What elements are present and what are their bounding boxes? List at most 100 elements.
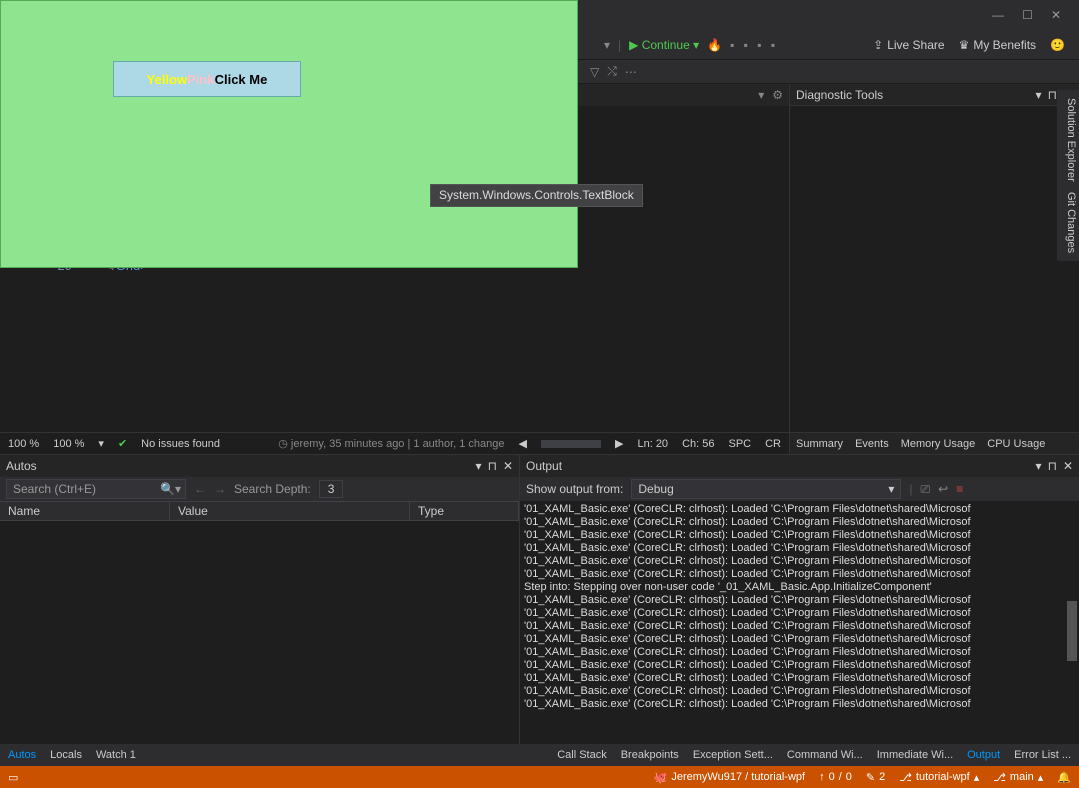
- tab-events[interactable]: Events: [855, 438, 889, 450]
- tab-immediate[interactable]: Immediate Wi...: [877, 749, 953, 761]
- minimize-icon[interactable]: —: [992, 8, 1004, 22]
- feedback-icon[interactable]: 🙂: [1050, 38, 1065, 52]
- pin-icon[interactable]: ⊓: [1048, 88, 1057, 102]
- search-icon: 🔍▾: [160, 482, 181, 496]
- tab-output[interactable]: Output: [967, 749, 1000, 761]
- live-share-button[interactable]: ⇪ Live Share: [873, 38, 944, 52]
- statusbar: ▭ 🐙 JeremyWu917 / tutorial-wpf ↑ 0 / 0 ✎…: [0, 766, 1079, 788]
- window-controls: — ☐ ✕: [980, 8, 1073, 22]
- eol-mode[interactable]: CR: [765, 438, 781, 450]
- dropdown-icon[interactable]: ▾: [604, 38, 610, 52]
- lower-panels: Autos ▾ ⊓ ✕ Search (Ctrl+E) 🔍▾ ← → Searc…: [0, 454, 1079, 744]
- clear-icon[interactable]: ⎚: [921, 482, 931, 497]
- scroll-left-icon[interactable]: ◀: [519, 437, 527, 450]
- autos-columns: Name Value Type: [0, 501, 519, 521]
- wpf-text-pink: Pink: [187, 72, 214, 87]
- repo-selector[interactable]: ⎇ tutorial-wpf ▴: [899, 771, 979, 784]
- sync-status[interactable]: ↑ 0 / 0: [819, 771, 852, 783]
- nav-dropdown-icon[interactable]: ▾: [758, 88, 764, 102]
- wpf-text-yellow: Yellow: [147, 72, 187, 87]
- separator: |: [909, 482, 912, 496]
- my-benefits-button[interactable]: ♛ My Benefits: [959, 38, 1036, 52]
- show-from-label: Show output from:: [526, 482, 623, 496]
- wpf-text-click: Click Me: [215, 72, 268, 87]
- zoom-level[interactable]: 100 %: [8, 438, 39, 450]
- indent-mode[interactable]: SPC: [728, 438, 751, 450]
- changes-count[interactable]: ✎ 2: [866, 771, 885, 784]
- more-icon[interactable]: ⋯: [625, 65, 637, 79]
- tab-watch[interactable]: Watch 1: [96, 749, 136, 761]
- notifications-icon[interactable]: 🔔: [1057, 771, 1071, 784]
- autos-title: Autos: [6, 459, 470, 473]
- toolbar-icons[interactable]: ▪ ▪ ▪ ▪: [730, 38, 778, 52]
- output-text[interactable]: '01_XAML_Basic.exe' (CoreCLR: clrhost): …: [520, 501, 1079, 744]
- depth-label: Search Depth:: [234, 482, 311, 496]
- tab-errorlist[interactable]: Error List ...: [1014, 749, 1071, 761]
- tab-summary[interactable]: Summary: [796, 438, 843, 450]
- diagnostic-tools-panel: Diagnostic Tools ▾ ⊓ ✕ Summary Events Me…: [789, 84, 1079, 454]
- wpf-button[interactable]: YellowPinkClick Me: [113, 61, 301, 97]
- github-repo[interactable]: 🐙 JeremyWu917 / tutorial-wpf: [654, 771, 805, 784]
- output-title: Output: [526, 459, 1030, 473]
- output-panel: Output ▾ ⊓ ✕ Show output from: Debug▾ | …: [520, 455, 1079, 744]
- nav-fwd-icon[interactable]: →: [214, 482, 226, 496]
- tab-callstack[interactable]: Call Stack: [557, 749, 607, 761]
- intellisense-tooltip: System.Windows.Controls.TextBlock: [430, 184, 643, 207]
- autos-panel: Autos ▾ ⊓ ✕ Search (Ctrl+E) 🔍▾ ← → Searc…: [0, 455, 520, 744]
- output-header: Output ▾ ⊓ ✕: [520, 455, 1079, 477]
- maximize-icon[interactable]: ☐: [1022, 8, 1033, 22]
- autos-header: Autos ▾ ⊓ ✕: [0, 455, 519, 477]
- code-lens[interactable]: ◷ jeremy, 35 minutes ago | 1 author, 1 c…: [278, 437, 504, 450]
- dropdown-icon[interactable]: ▾: [1036, 88, 1042, 102]
- depth-value[interactable]: 3: [319, 480, 344, 498]
- editor-statusbar: 100 % 100 % ▾ ✔ No issues found ◷ jeremy…: [0, 432, 789, 454]
- tab-breakpoints[interactable]: Breakpoints: [621, 749, 679, 761]
- chevron-icon[interactable]: ▾: [98, 437, 104, 450]
- tab-cpu[interactable]: CPU Usage: [987, 438, 1045, 450]
- scroll-right-icon[interactable]: ▶: [615, 437, 623, 450]
- gear-icon[interactable]: ⚙: [772, 88, 783, 102]
- tab-git-changes[interactable]: Git Changes: [1059, 192, 1077, 253]
- wrap-icon[interactable]: ↩: [938, 482, 948, 496]
- shuffle-icon[interactable]: ⤭: [607, 64, 617, 79]
- hscrollbar[interactable]: [541, 440, 601, 448]
- tab-exception[interactable]: Exception Sett...: [693, 749, 773, 761]
- toggle-icon[interactable]: ≡: [956, 482, 963, 496]
- diagnostic-title: Diagnostic Tools: [796, 88, 1030, 102]
- filter-icon[interactable]: ▽: [590, 65, 599, 79]
- check-icon: ✔: [118, 437, 127, 450]
- autos-body[interactable]: [0, 521, 519, 744]
- vscrollbar[interactable]: [1067, 601, 1077, 661]
- tab-memory[interactable]: Memory Usage: [901, 438, 976, 450]
- output-toolbar: Show output from: Debug▾ | ⎚ ↩ ≡: [520, 477, 1079, 501]
- dropdown-icon[interactable]: ▾: [1036, 459, 1042, 473]
- col-name[interactable]: Name: [0, 502, 170, 520]
- tab-solution-explorer[interactable]: Solution Explorer: [1059, 98, 1077, 182]
- pin-icon[interactable]: ⊓: [1048, 459, 1057, 473]
- col-type[interactable]: Type: [410, 502, 519, 520]
- tab-locals[interactable]: Locals: [50, 749, 82, 761]
- col-value[interactable]: Value: [170, 502, 410, 520]
- hot-reload-icon[interactable]: 🔥: [707, 38, 722, 52]
- dropdown-icon[interactable]: ▾: [476, 459, 482, 473]
- tab-command[interactable]: Command Wi...: [787, 749, 863, 761]
- branch-selector[interactable]: ⎇ main ▴: [993, 771, 1043, 784]
- caret-col: Ch: 56: [682, 438, 714, 450]
- diagnostic-header: Diagnostic Tools ▾ ⊓ ✕: [790, 84, 1079, 106]
- caret-line: Ln: 20: [637, 438, 668, 450]
- bottom-tool-tabs: Autos Locals Watch 1 Call Stack Breakpoi…: [0, 744, 1079, 766]
- pin-icon[interactable]: ⊓: [488, 459, 497, 473]
- output-source-select[interactable]: Debug▾: [631, 479, 901, 499]
- tab-autos[interactable]: Autos: [8, 749, 36, 761]
- continue-button[interactable]: ▶ Continue ▾: [629, 38, 699, 52]
- output-indicator-icon[interactable]: ▭: [8, 771, 18, 784]
- running-app-window[interactable]: YellowPinkClick Me: [0, 0, 578, 268]
- autos-toolbar: Search (Ctrl+E) 🔍▾ ← → Search Depth: 3: [0, 477, 519, 501]
- close-icon[interactable]: ✕: [1063, 459, 1073, 473]
- autos-search[interactable]: Search (Ctrl+E) 🔍▾: [6, 479, 186, 499]
- close-icon[interactable]: ✕: [1051, 8, 1061, 22]
- zoom-level-2[interactable]: 100 %: [53, 438, 84, 450]
- close-icon[interactable]: ✕: [503, 459, 513, 473]
- nav-back-icon[interactable]: ←: [194, 482, 206, 496]
- issues-label[interactable]: No issues found: [141, 438, 220, 450]
